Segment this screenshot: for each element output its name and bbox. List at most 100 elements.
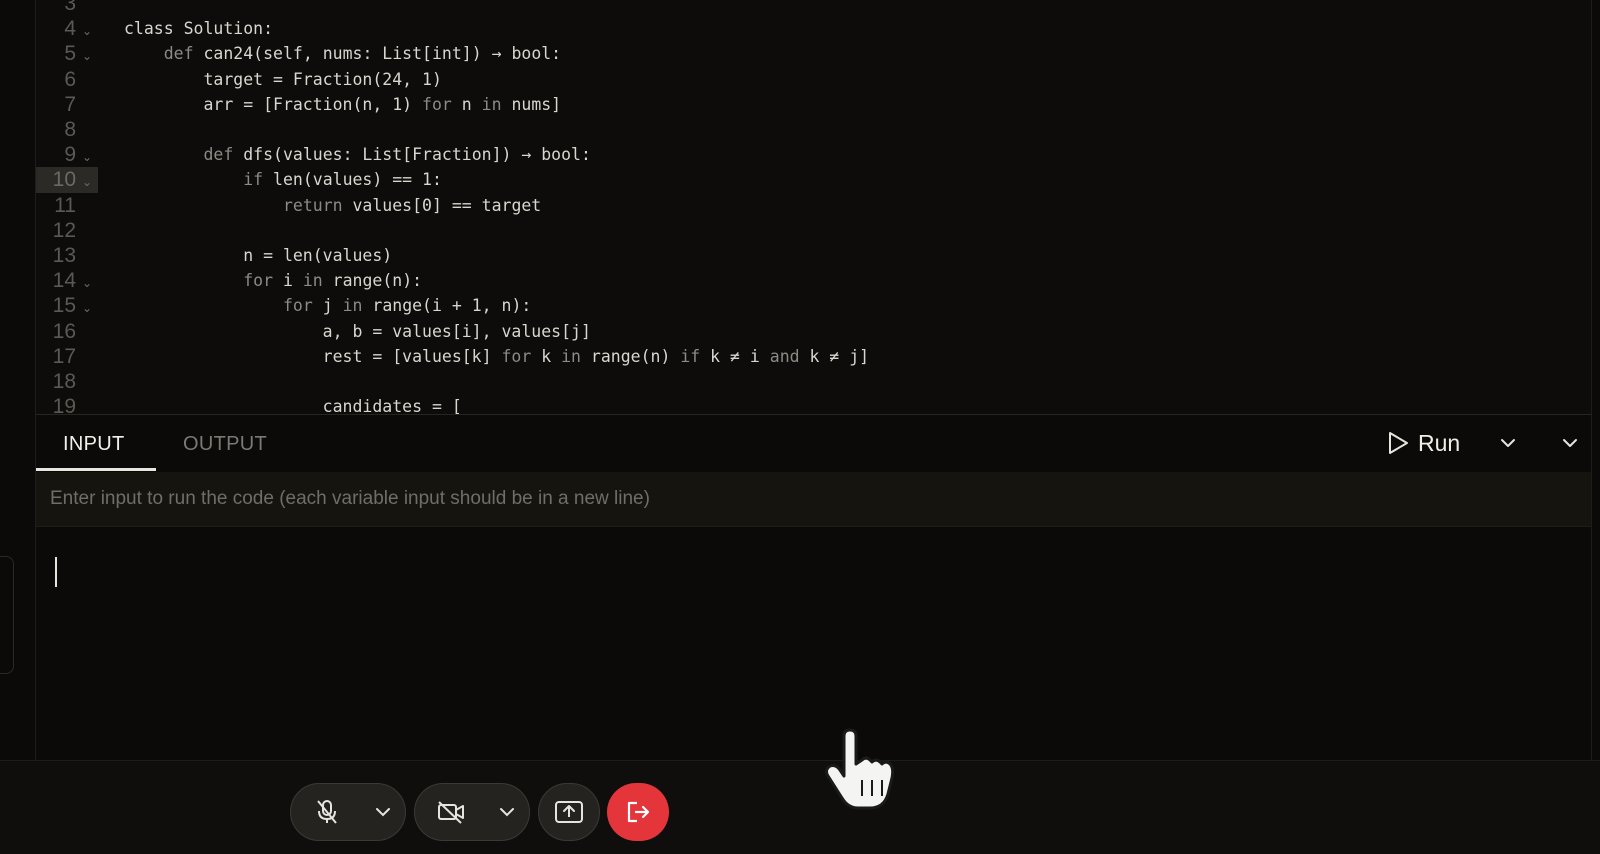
camera-toggle-button[interactable] (415, 799, 487, 825)
leave-icon (627, 801, 650, 823)
code-token: range(i + 1, n): (362, 296, 532, 316)
code-text: def dfs(values: List[Fraction]) → bool: (124, 142, 590, 168)
code-line[interactable]: 8 (36, 117, 1591, 143)
line-number: 6 (64, 67, 76, 91)
code-line[interactable]: 16 a, b = values[i], values[j] (36, 319, 1591, 345)
code-text: n = len(values) (124, 243, 392, 269)
hand-cursor-icon (824, 728, 895, 810)
line-number: 7 (64, 92, 76, 116)
play-icon (1389, 432, 1408, 454)
collapse-panel-chevron-icon[interactable] (1560, 433, 1580, 453)
code-text: if len(values) == 1: (124, 167, 442, 193)
code-line[interactable]: 5 ⌄ def can24(self, nums: List[int]) → bo… (36, 41, 1591, 67)
mic-options-button[interactable] (363, 803, 403, 821)
line-number: 11 (54, 193, 76, 217)
code-keyword: def (163, 44, 194, 64)
line-number: 15 (52, 294, 76, 318)
line-number: 9 (64, 143, 76, 167)
code-line[interactable]: 19 candidates = [ (36, 394, 1591, 414)
camera-control (414, 783, 530, 841)
code-line[interactable]: 14 ⌄ for i in range(n): (36, 268, 1591, 294)
code-keyword: for (282, 296, 313, 316)
side-panel-handle[interactable] (0, 556, 14, 674)
line-number: 14 (52, 269, 76, 293)
code-token: k ≠ j] (799, 346, 870, 366)
line-number: 5 (64, 42, 76, 66)
code-text: target = Fraction(24, 1) (124, 67, 442, 93)
text-caret (55, 557, 57, 587)
code-line[interactable]: 10 ⌄ if len(values) == 1: (36, 167, 1591, 194)
code-token: a, b = values[i], values[j] (124, 321, 591, 341)
call-control-bar (0, 760, 1600, 854)
code-token: range(n) (581, 346, 681, 366)
tab-input[interactable]: INPUT (63, 433, 125, 456)
tab-output[interactable]: OUTPUT (183, 433, 267, 456)
share-screen-button[interactable] (538, 783, 600, 841)
input-hint-bar: Enter input to run the code (each variab… (36, 472, 1591, 527)
leave-call-button[interactable] (607, 783, 669, 841)
line-number: 17 (52, 344, 76, 368)
code-token: can24(self, nums: List[int]) → bool: (193, 44, 562, 64)
code-keyword: for (243, 271, 274, 291)
stdin-input-area[interactable] (36, 527, 1591, 761)
line-number: 12 (52, 218, 76, 242)
code-token: target = Fraction(24, 1) (124, 69, 442, 89)
code-line[interactable]: 17 rest = [values[k] for k in range(n) i… (36, 344, 1591, 370)
code-line[interactable]: 12 (36, 218, 1591, 244)
code-line[interactable]: 18 (36, 369, 1591, 395)
line-number: 16 (52, 319, 76, 343)
code-text: def can24(self, nums: List[int]) → bool: (124, 41, 561, 67)
mic-off-icon (317, 800, 337, 824)
code-token: k ≠ i (700, 346, 770, 366)
left-gutter (0, 0, 36, 760)
mic-toggle-button[interactable] (291, 798, 363, 826)
camera-off-icon (438, 801, 464, 824)
line-number: 3 (64, 0, 76, 15)
code-line[interactable]: 9 ⌄ def dfs(values: List[Fraction]) → boo… (36, 142, 1591, 168)
run-options-chevron-icon[interactable] (1498, 433, 1518, 453)
code-line[interactable]: 13 n = len(values) (36, 243, 1591, 269)
chevron-down-icon (376, 808, 390, 817)
line-number: 4 (64, 17, 76, 41)
code-keyword: in (561, 346, 581, 366)
code-line[interactable]: 7 arr = [Fraction(n, 1) for n in nums] (36, 92, 1591, 118)
chevron-down-icon (500, 808, 514, 817)
code-text: arr = [Fraction(n, 1) for n in nums] (124, 92, 561, 118)
code-token: k (531, 346, 562, 366)
code-token: len(values) == 1: (263, 170, 442, 190)
mic-control (290, 783, 406, 841)
code-token: j (312, 296, 343, 316)
code-token: candidates = [ (124, 397, 462, 414)
run-button[interactable]: Run (1386, 425, 1476, 461)
code-line[interactable]: 3 (36, 0, 1591, 17)
code-line[interactable]: 11 return values[0] == target (36, 193, 1591, 219)
code-text: rest = [values[k] for k in range(n) if k… (124, 344, 869, 370)
code-token: n = len(values) (124, 246, 393, 265)
camera-options-button[interactable] (487, 803, 527, 821)
line-number: 18 (52, 370, 76, 393)
code-editor[interactable]: 3 4 ⌄ class Solution: 5 ⌄ def can24(self, num… (36, 0, 1591, 414)
code-line[interactable]: 4 ⌄ class Solution: (36, 16, 1591, 42)
code-keyword: and (769, 346, 800, 366)
right-divider (1591, 0, 1592, 760)
code-keyword: in (481, 94, 502, 114)
code-token: arr = [Fraction(n, 1) (124, 94, 423, 114)
code-keyword: def (203, 145, 234, 165)
code-line[interactable]: 6 target = Fraction(24, 1) (36, 67, 1591, 93)
code-text: return values[0] == target (124, 193, 541, 219)
line-number: 8 (64, 118, 76, 141)
run-label: Run (1418, 429, 1461, 456)
line-number: 19 (52, 395, 76, 414)
code-text: for i in range(n): (124, 268, 422, 294)
code-token: i (273, 271, 303, 291)
code-line[interactable]: 15 ⌄ for j in range(i + 1, n): (36, 293, 1591, 319)
code-text: for j in range(i + 1, n): (124, 293, 531, 319)
app-window: 3 4 ⌄ class Solution: 5 ⌄ def can24(self, num… (0, 0, 1600, 854)
code-keyword: return (282, 195, 343, 215)
code-keyword: in (342, 296, 363, 316)
